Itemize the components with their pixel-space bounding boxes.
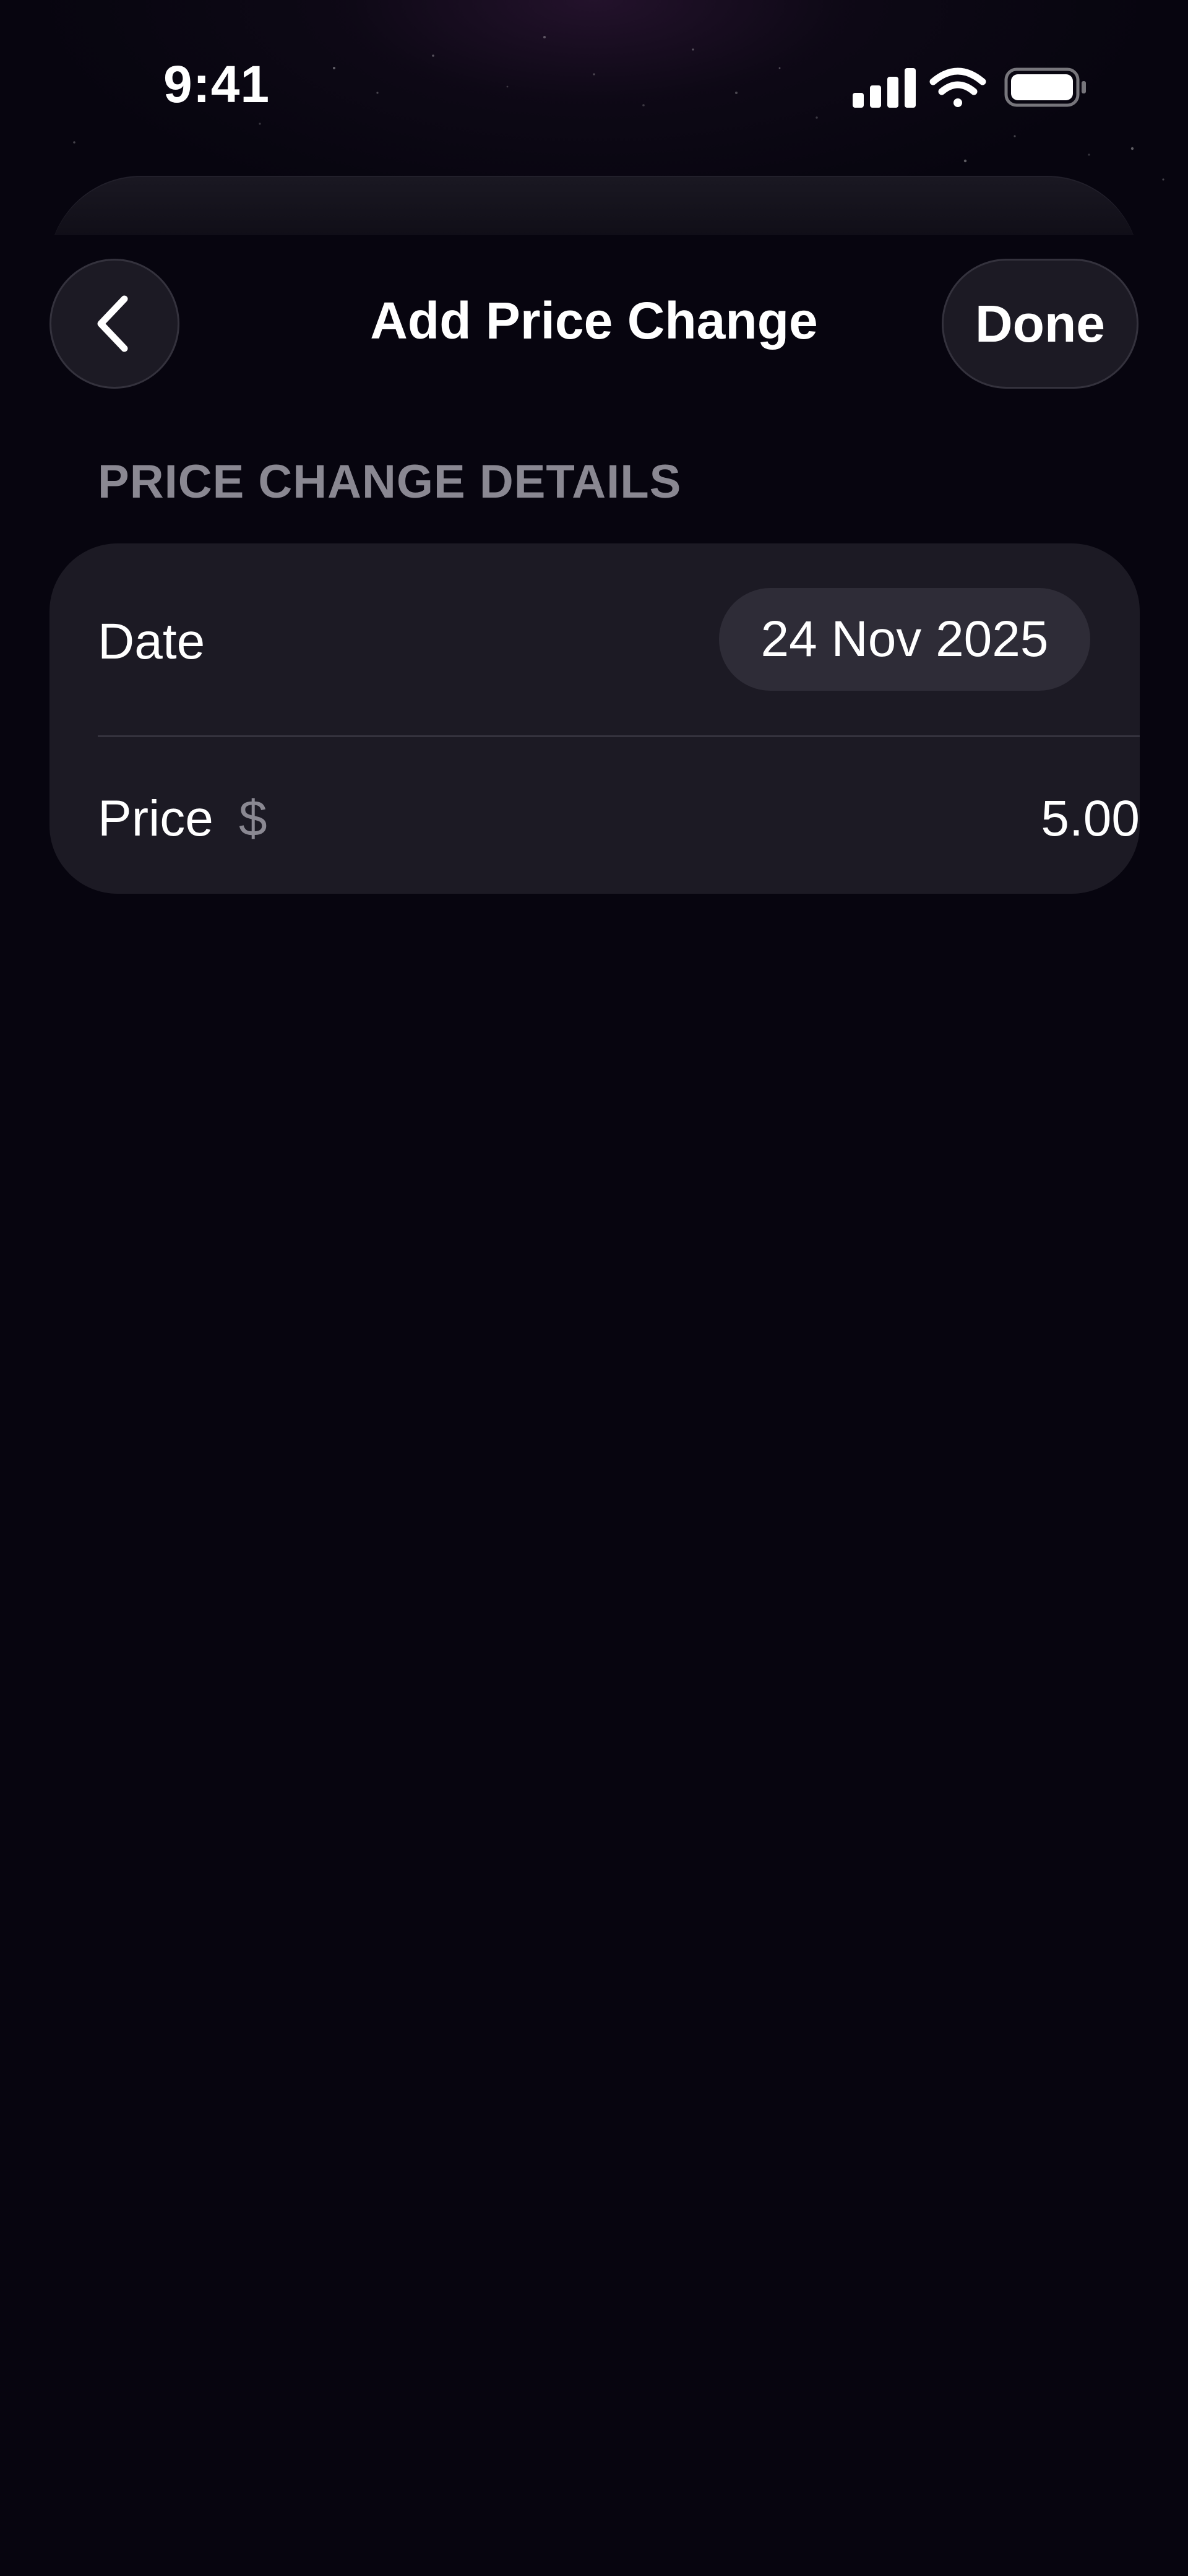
status-time: 9:41: [163, 55, 270, 113]
wifi-icon: [929, 67, 986, 107]
done-button[interactable]: Done: [942, 259, 1138, 389]
battery-icon: [1004, 67, 1086, 107]
chevron-left-icon: [97, 295, 128, 352]
price-input[interactable]: 5.00: [792, 790, 1140, 848]
section-header: PRICE CHANGE DETAILS: [98, 456, 682, 508]
status-icons: [853, 67, 1086, 108]
price-change-details-card: Date 24 Nov 2025 Price $ 5.00: [50, 543, 1140, 894]
page-title: Add Price Change: [370, 292, 818, 350]
date-picker-button[interactable]: 24 Nov 2025: [719, 588, 1090, 691]
cellular-signal-icon: [853, 68, 916, 108]
price-label: Price: [98, 790, 213, 847]
currency-symbol: $: [239, 790, 267, 847]
back-button[interactable]: [50, 259, 179, 389]
row-divider: [98, 735, 1140, 737]
date-label: Date: [98, 613, 205, 670]
status-bar: 9:41: [0, 0, 1188, 173]
